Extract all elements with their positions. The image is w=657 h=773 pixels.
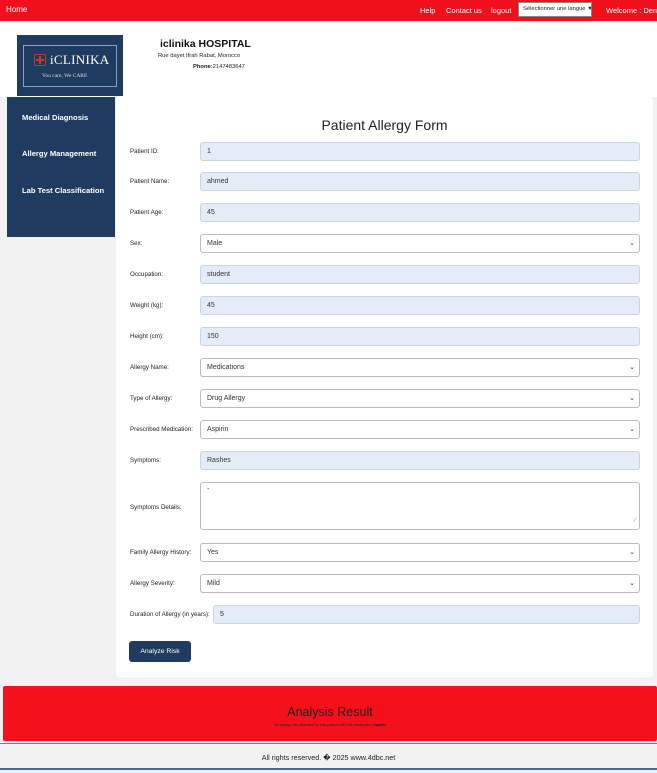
height-input[interactable]: 150 xyxy=(200,327,640,346)
hospital-logo[interactable]: iCLINIKA You care, We CARE xyxy=(17,35,123,96)
chevron-down-icon: ⌄ xyxy=(629,426,635,433)
symptoms-details-label: Symptoms Details: xyxy=(130,504,182,511)
hospital-name: iclinika HOSPITAL xyxy=(160,38,251,50)
medical-cross-icon xyxy=(34,54,46,66)
sex-select-value: Male xyxy=(207,240,223,247)
height-label: Height (cm): xyxy=(130,333,164,340)
patient-age-label: Patient Age: xyxy=(130,209,164,216)
top-nav: Home Help Contact us logout Sélectionner… xyxy=(0,0,657,21)
allergy-type-label: Type of Allergy: xyxy=(130,395,173,402)
sidebar-item-lab-test-classification[interactable]: Lab Test Classification xyxy=(22,186,104,195)
result-message-text: No allergy risk detected for this patien… xyxy=(274,723,373,727)
family-history-label: Family Allergy History: xyxy=(130,549,192,556)
patient-name-input[interactable]: ahmed xyxy=(200,172,640,191)
occupation-label: Occupation: xyxy=(130,271,164,278)
family-history-select[interactable]: Yes ⌄ xyxy=(200,543,640,562)
sidebar-item-medical-diagnosis[interactable]: Medical Diagnosis xyxy=(22,113,88,122)
chevron-down-icon: ⌄ xyxy=(629,580,635,587)
chevron-down-icon: ⌄ xyxy=(629,549,635,556)
allergy-name-select[interactable]: Medications ⌄ xyxy=(200,358,640,377)
phone-label: Phone: xyxy=(193,64,213,70)
logo-tagline: You care, We CARE xyxy=(40,73,90,79)
hospital-phone: Phone:2147483647 xyxy=(193,64,245,70)
footer-bottom-rule xyxy=(0,768,657,770)
symptoms-details-value: - xyxy=(207,486,210,493)
language-select-label: Sélectionner une langue xyxy=(523,6,586,12)
allergy-type-select[interactable]: Drug Allergy ⌄ xyxy=(200,389,640,408)
nav-help-link[interactable]: Help xyxy=(420,6,435,15)
site-header: iCLINIKA You care, We CARE iclinika HOSP… xyxy=(0,21,657,97)
result-title: Analysis Result xyxy=(287,705,373,719)
logo-frame: iCLINIKA You care, We CARE xyxy=(23,45,117,87)
analysis-result-panel: Analysis Result No allergy risk detected… xyxy=(3,686,657,741)
chevron-down-icon: ⌄ xyxy=(629,395,635,402)
chevron-down-icon: ▼ xyxy=(586,6,591,12)
hospital-address: Rue dayet Ifrah Rabat, Morocco xyxy=(158,53,241,59)
allergy-duration-label: Duration of Allergy (in years): xyxy=(130,611,210,618)
sidebar-item-allergy-management[interactable]: Allergy Management xyxy=(22,149,96,158)
symptoms-label: Symptoms: xyxy=(130,457,161,464)
chevron-down-icon: ⌄ xyxy=(629,240,635,247)
analyze-risk-button[interactable]: Analyze Risk xyxy=(129,641,191,662)
patient-id-label: Patient ID: xyxy=(130,148,159,155)
allergy-name-label: Allergy Name: xyxy=(130,364,169,371)
logo-name: iCLINIKA xyxy=(50,52,110,67)
sex-select[interactable]: Male ⌄ xyxy=(200,234,640,253)
nav-contact-link[interactable]: Contact us xyxy=(446,6,482,15)
welcome-text: Welcome : Demo xyxy=(606,6,657,15)
phone-value: 2147483647 xyxy=(212,64,245,70)
chevron-down-icon: ⌄ xyxy=(629,364,635,371)
allergy-name-select-value: Medications xyxy=(207,364,245,371)
family-history-select-value: Yes xyxy=(207,549,219,556)
footer-divider xyxy=(0,743,657,744)
occupation-input[interactable]: student xyxy=(200,265,640,284)
symptoms-input[interactable]: Rashes xyxy=(200,451,640,470)
patient-age-input[interactable]: 45 xyxy=(200,203,640,222)
result-medication: aspirin xyxy=(373,723,386,727)
nav-logout-link[interactable]: logout xyxy=(491,6,511,15)
patient-name-label: Patient Name: xyxy=(130,178,170,185)
weight-label: Weight (kg): xyxy=(130,302,164,309)
symptoms-details-textarea[interactable]: - ⟋ xyxy=(200,482,640,530)
footer-text: All rights reserved. � 2025 www.4dbc.net xyxy=(261,753,396,762)
language-select[interactable]: Sélectionner une langue ▼ xyxy=(518,2,592,17)
allergy-duration-input[interactable]: 5 xyxy=(213,605,640,624)
sidebar: Medical Diagnosis Allergy Management Lab… xyxy=(7,97,115,237)
result-message: No allergy risk detected for this patien… xyxy=(3,723,657,727)
allergy-severity-select[interactable]: Mild ⌄ xyxy=(200,574,640,593)
allergy-type-select-value: Drug Allergy xyxy=(207,395,246,402)
weight-input[interactable]: 45 xyxy=(200,296,640,315)
form-title: Patient Allergy Form xyxy=(321,117,448,133)
prescribed-medication-label: Prescribed Medication: xyxy=(130,426,193,433)
allergy-severity-select-value: Mild xyxy=(207,580,220,587)
sex-label: Sex: xyxy=(130,240,143,247)
patient-id-input[interactable]: 1 xyxy=(200,142,640,161)
nav-home-link[interactable]: Home xyxy=(6,5,27,14)
allergy-form-card: Patient Allergy Form Patient ID: 1 Patie… xyxy=(116,97,653,677)
allergy-severity-label: Allergy Severity: xyxy=(130,580,175,587)
prescribed-medication-select[interactable]: Aspirin ⌄ xyxy=(200,420,640,439)
prescribed-medication-select-value: Aspirin xyxy=(207,426,229,433)
resize-handle-icon[interactable]: ⟋ xyxy=(633,514,637,528)
